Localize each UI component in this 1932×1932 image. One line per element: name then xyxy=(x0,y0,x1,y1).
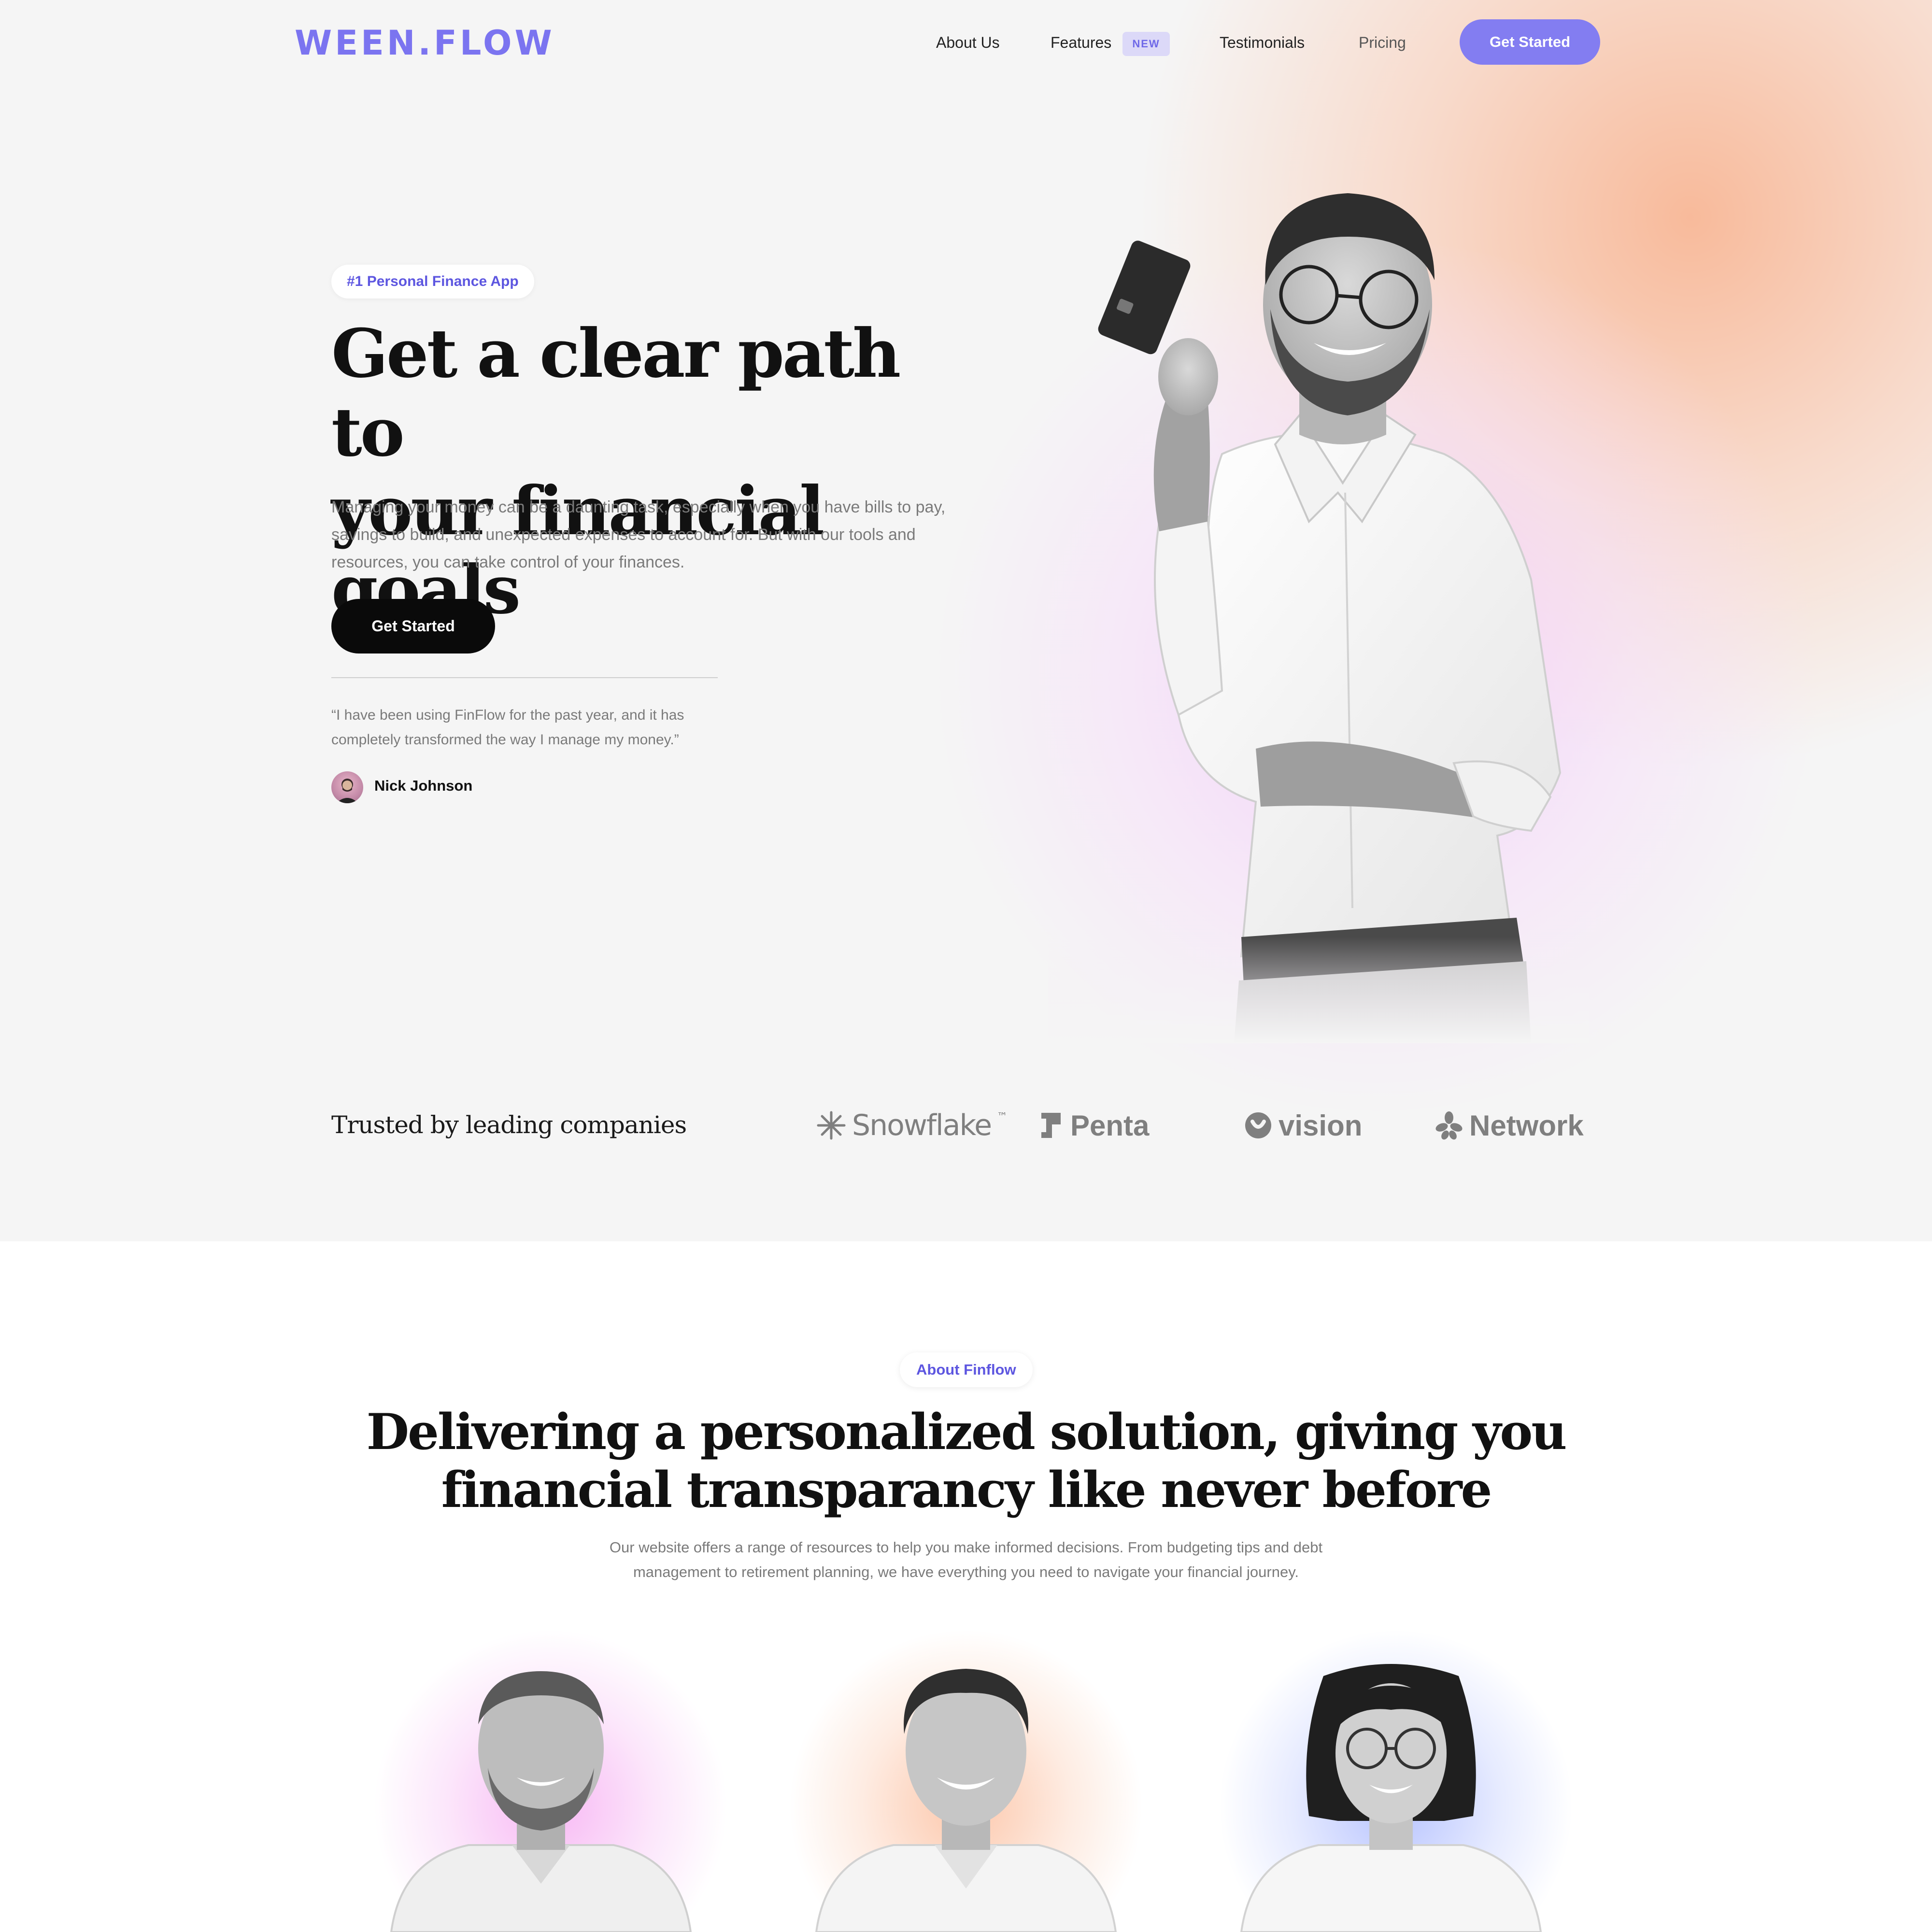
hero-get-started-button[interactable]: Get Started xyxy=(331,599,495,653)
site-logo[interactable]: WEEN.FLOW xyxy=(295,23,555,63)
team-member-photo-2 xyxy=(815,1669,1117,1932)
hero-person-image xyxy=(1048,193,1589,1043)
team-member-photo-3 xyxy=(1240,1664,1542,1932)
brand-logo-penta: Penta xyxy=(1037,1106,1149,1145)
brand-logo-network: Network xyxy=(1435,1106,1584,1145)
testimonial-quote-line-1: “I have been using FinFlow for the past … xyxy=(331,707,684,723)
hero-tag-pill: #1 Personal Finance App xyxy=(331,265,534,298)
brand-name-penta: Penta xyxy=(1070,1109,1150,1142)
trusted-heading: Trusted by leading companies xyxy=(331,1111,687,1139)
testimonial-author: Nick Johnson xyxy=(374,777,473,794)
new-badge: NEW xyxy=(1122,32,1170,56)
about-title: Delivering a personalized solution, givi… xyxy=(0,1403,1932,1519)
vision-icon xyxy=(1245,1112,1271,1138)
nav-get-started-button[interactable]: Get Started xyxy=(1460,19,1600,65)
hero-title: Get a clear path to your financial goals xyxy=(331,314,983,629)
hero-description: Managing your money can be a daunting ta… xyxy=(331,498,946,571)
network-icon xyxy=(1435,1111,1463,1140)
hero-title-line-1: Get a clear path to xyxy=(331,314,901,471)
about-title-line-2: financial transparancy like never before xyxy=(441,1461,1492,1519)
brand-name-snowflake: Snowflake xyxy=(852,1108,992,1142)
nav-link-pricing[interactable]: Pricing xyxy=(1359,34,1406,52)
snowflake-icon xyxy=(817,1111,846,1140)
about-description-line-1: Our website offers a range of resources … xyxy=(609,1539,1323,1556)
brand-logo-vision: vision xyxy=(1244,1106,1362,1145)
brand-name-network: Network xyxy=(1469,1109,1584,1142)
snowflake-trademark: ™ xyxy=(996,1111,1008,1123)
nav-link-testimonials[interactable]: Testimonials xyxy=(1220,34,1305,52)
testimonial-quote: “I have been using FinFlow for the past … xyxy=(331,703,737,752)
team-member-photo-1 xyxy=(390,1671,692,1932)
about-description: Our website offers a range of resources … xyxy=(555,1535,1377,1584)
brand-name-vision: vision xyxy=(1279,1109,1363,1142)
penta-icon xyxy=(1041,1113,1061,1138)
hero-section: WEEN.FLOW About Us Features NEW Testimon… xyxy=(0,0,1932,1241)
about-tag-pill: About Finflow xyxy=(900,1352,1033,1387)
nav-link-features[interactable]: Features xyxy=(1051,34,1111,52)
nav-link-about-us[interactable]: About Us xyxy=(936,34,1000,52)
about-title-line-1: Delivering a personalized solution, givi… xyxy=(366,1403,1567,1461)
brand-logo-snowflake: Snowflake ™ xyxy=(816,1106,1008,1145)
hero-divider xyxy=(331,677,718,678)
testimonial-quote-line-2: completely transformed the way I manage … xyxy=(331,732,679,748)
about-description-line-2: management to retirement planning, we ha… xyxy=(633,1563,1299,1580)
testimonial-avatar xyxy=(331,771,363,803)
